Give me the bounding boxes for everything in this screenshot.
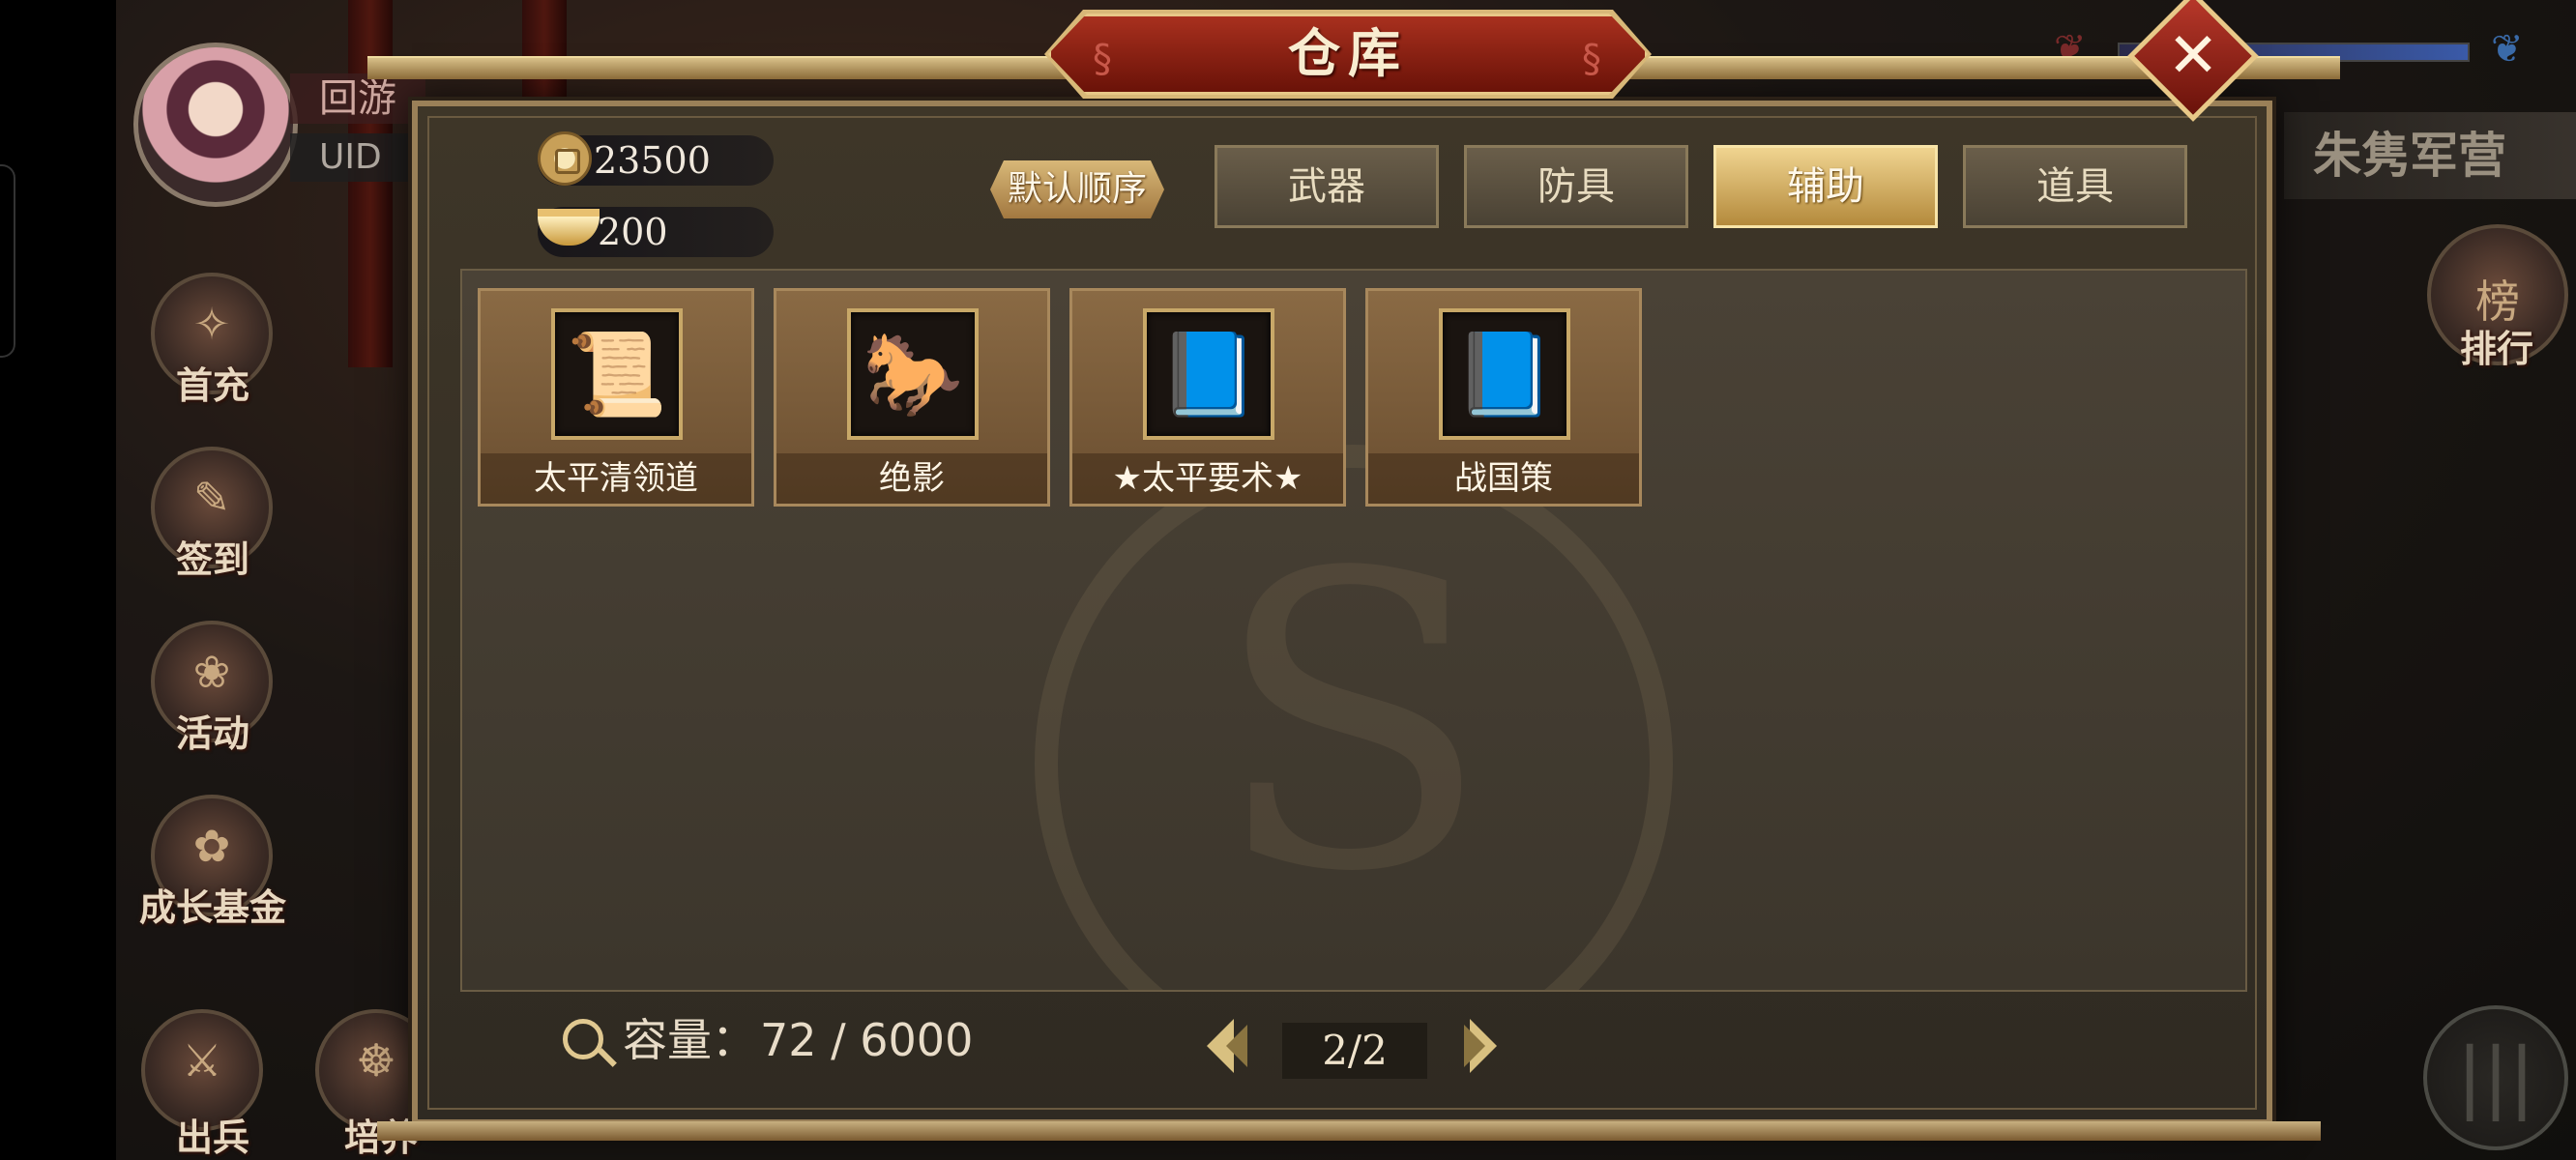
copper-coin-icon	[538, 131, 592, 186]
device-bezel	[0, 0, 116, 1160]
event-label: 活动	[175, 712, 249, 755]
item-name: 太平清领道	[481, 453, 751, 504]
camp-title: 朱隽军营	[2284, 112, 2576, 199]
next-page-button[interactable]	[1450, 1019, 1507, 1075]
player-avatar[interactable]	[133, 43, 298, 207]
ingot-amount: 200	[598, 211, 668, 253]
growth-fund-label: 成长基金	[138, 886, 286, 929]
checkin-label: 签到	[175, 538, 249, 581]
scroll-icon: 📜	[566, 327, 668, 421]
event-icon: ❀	[192, 646, 231, 698]
coin-balance: 23500	[538, 131, 774, 186]
page-indicator: 2/2	[1282, 1023, 1427, 1079]
item-image: 📘	[1439, 308, 1570, 440]
dialog-title: 仓库	[1288, 23, 1408, 84]
capacity-value: 72 / 6000	[760, 1014, 974, 1066]
inventory-slot[interactable]: 🐎 绝影	[774, 288, 1050, 507]
tab-weapons[interactable]: 武器	[1215, 145, 1439, 228]
gift-icon: ✧	[192, 298, 231, 350]
tab-accessories[interactable]: 辅助	[1713, 145, 1938, 228]
item-image: 📘	[1143, 308, 1274, 440]
coin-amount: 23500	[594, 139, 711, 182]
search-icon[interactable]	[563, 1019, 603, 1059]
ingot-balance: 200	[538, 207, 774, 257]
inventory-slot[interactable]: 📘 ★太平要术★	[1069, 288, 1346, 507]
troop-icon: ⚔	[182, 1034, 222, 1087]
inventory-slot[interactable]: 📜 太平清领道	[478, 288, 754, 507]
item-name: ★太平要术★	[1072, 453, 1343, 504]
capacity-label: 容量：	[623, 1014, 756, 1066]
dispatch-troops-label: 出兵	[175, 1116, 249, 1159]
book-icon: 📘	[1453, 327, 1556, 421]
player-uid: UID	[290, 133, 425, 182]
inventory-slot[interactable]: 📘 战国策	[1365, 288, 1642, 507]
close-icon[interactable]: ✕	[2147, 10, 2239, 102]
first-recharge-label: 首充	[175, 364, 249, 407]
item-name: 战国策	[1368, 453, 1639, 504]
fund-icon: ✿	[192, 820, 231, 872]
dialog-bottom-rail	[377, 1121, 2321, 1141]
item-name: 绝影	[776, 453, 1047, 504]
chevron-left-icon	[1226, 1025, 1247, 1067]
item-image: 📜	[551, 308, 683, 440]
calendar-icon: ✎	[192, 472, 231, 524]
wing-icon: ❦	[2491, 27, 2524, 72]
item-image: 🐎	[847, 308, 979, 440]
gold-ingot-icon	[538, 209, 600, 246]
sort-order-button[interactable]: 默认顺序	[990, 160, 1164, 218]
horse-icon: 🐎	[862, 327, 964, 421]
player-name: 回游	[290, 73, 425, 124]
device-notch	[0, 164, 15, 358]
tab-armor[interactable]: 防具	[1464, 145, 1688, 228]
ranking-label: 排行	[2459, 328, 2533, 370]
dragon-emblem-watermark: S	[1213, 488, 1491, 961]
prev-page-button[interactable]	[1207, 1019, 1263, 1075]
main-menu-icon[interactable]: |||	[2423, 1005, 2568, 1150]
tab-items[interactable]: 道具	[1963, 145, 2187, 228]
book-icon: 📘	[1157, 327, 1260, 421]
chevron-right-icon	[1464, 1025, 1485, 1067]
